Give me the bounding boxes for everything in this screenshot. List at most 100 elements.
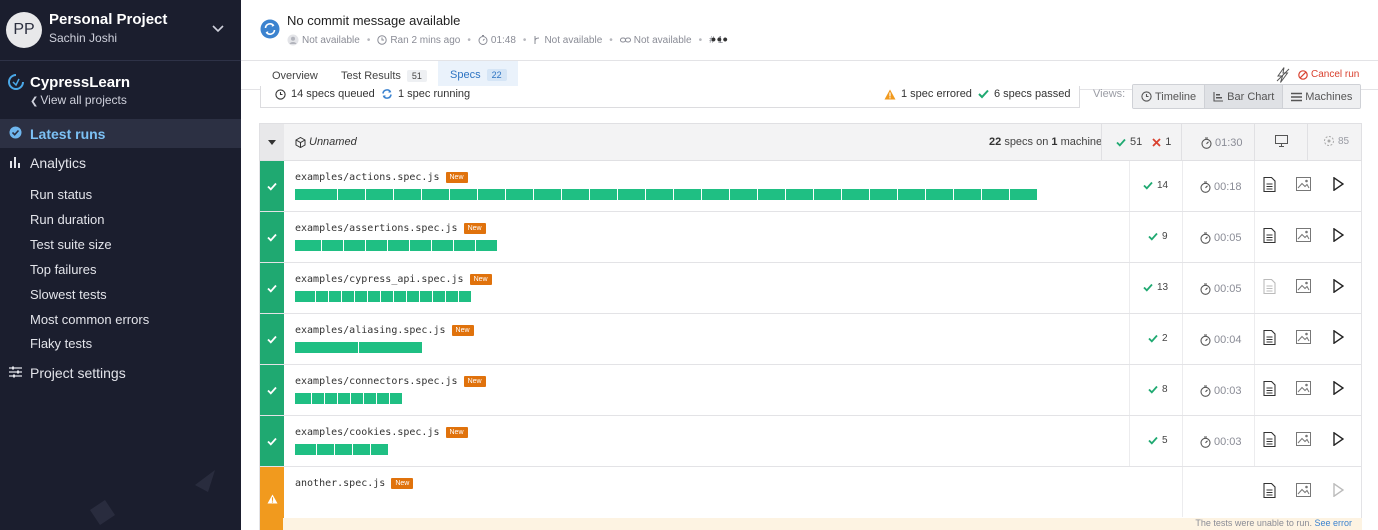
view-bar-chart-button[interactable]: Bar Chart (1205, 85, 1284, 108)
spec-row[interactable]: examples/actions.spec.js New 14 00:18 (259, 161, 1362, 212)
test-segment[interactable] (312, 393, 324, 404)
nav-run-duration[interactable]: Run duration (30, 212, 104, 227)
view-machines-button[interactable]: Machines (1283, 85, 1361, 108)
test-segment[interactable] (786, 189, 813, 200)
test-segment[interactable] (394, 189, 421, 200)
test-segment[interactable] (344, 240, 365, 251)
test-segment[interactable] (353, 444, 370, 455)
play-video-icon[interactable] (1333, 177, 1344, 191)
chevron-down-icon[interactable] (211, 22, 225, 36)
spec-row[interactable]: examples/connectors.spec.js New 8 00:03 (259, 365, 1362, 416)
test-segment[interactable] (390, 393, 402, 404)
test-segment[interactable] (317, 444, 334, 455)
test-segment[interactable] (377, 393, 389, 404)
test-segment[interactable] (295, 444, 316, 455)
nav-test-suite-size[interactable]: Test suite size (30, 237, 112, 252)
test-segment[interactable] (450, 189, 477, 200)
spec-row[interactable]: examples/cookies.spec.js New 5 00:03 (259, 416, 1362, 467)
output-log-icon[interactable] (1263, 228, 1276, 243)
test-segment[interactable] (954, 189, 981, 200)
test-segment[interactable] (758, 189, 785, 200)
nav-flaky-tests[interactable]: Flaky tests (30, 336, 92, 351)
output-log-icon[interactable] (1263, 279, 1276, 294)
test-segment[interactable] (506, 189, 533, 200)
screenshot-icon[interactable] (1296, 432, 1311, 446)
test-segment[interactable] (422, 189, 449, 200)
spec-row[interactable]: examples/cypress_api.spec.js New 13 00:05 (259, 263, 1362, 314)
screenshot-icon[interactable] (1296, 330, 1311, 344)
test-segment[interactable] (562, 189, 589, 200)
screenshot-icon[interactable] (1296, 381, 1311, 395)
play-video-icon[interactable] (1333, 381, 1344, 395)
view-timeline-button[interactable]: Timeline (1133, 85, 1206, 108)
test-segment[interactable] (325, 393, 337, 404)
screenshot-icon[interactable] (1296, 177, 1311, 191)
test-segment[interactable] (366, 189, 393, 200)
test-segment[interactable] (371, 444, 388, 455)
test-segment[interactable] (351, 393, 363, 404)
test-segment[interactable] (446, 291, 458, 302)
test-segment[interactable] (364, 393, 376, 404)
play-video-icon[interactable] (1333, 228, 1344, 242)
test-segment[interactable] (368, 291, 380, 302)
test-segment[interactable] (295, 342, 358, 353)
test-segment[interactable] (322, 240, 343, 251)
test-segment[interactable] (295, 393, 311, 404)
test-segment[interactable] (870, 189, 897, 200)
nav-latest-runs[interactable]: Latest runs (0, 119, 241, 148)
test-segment[interactable] (842, 189, 869, 200)
nav-most-common-errors[interactable]: Most common errors (30, 312, 149, 327)
see-error-link[interactable]: See error (1314, 518, 1352, 528)
flash-icon[interactable] (1276, 67, 1290, 83)
test-segment[interactable] (295, 240, 321, 251)
test-segment[interactable] (814, 189, 841, 200)
output-log-icon[interactable] (1263, 177, 1276, 192)
test-segment[interactable] (459, 291, 471, 302)
test-segment[interactable] (394, 291, 406, 302)
screenshot-icon[interactable] (1296, 483, 1311, 497)
test-segment[interactable] (381, 291, 393, 302)
cancel-run-button[interactable]: Cancel run (1298, 69, 1359, 80)
output-log-icon[interactable] (1263, 330, 1276, 345)
project-switcher[interactable]: PP Personal Project Sachin Joshi (0, 0, 241, 61)
test-segment[interactable] (355, 291, 367, 302)
test-segment[interactable] (730, 189, 757, 200)
group-collapse-button[interactable] (260, 124, 284, 160)
screenshot-icon[interactable] (1296, 228, 1311, 242)
test-segment[interactable] (335, 444, 352, 455)
play-video-icon[interactable] (1333, 279, 1344, 293)
test-segment[interactable] (329, 291, 341, 302)
play-video-icon[interactable] (1333, 483, 1344, 497)
test-segment[interactable] (359, 342, 422, 353)
test-segment[interactable] (982, 189, 1009, 200)
screenshot-icon[interactable] (1296, 279, 1311, 293)
spec-row[interactable]: examples/aliasing.spec.js New 2 00:04 (259, 314, 1362, 365)
test-segment[interactable] (702, 189, 729, 200)
test-segment[interactable] (534, 189, 561, 200)
test-segment[interactable] (898, 189, 925, 200)
test-segment[interactable] (674, 189, 701, 200)
test-segment[interactable] (338, 189, 365, 200)
more-menu-button[interactable]: ••• (711, 31, 729, 47)
test-segment[interactable] (407, 291, 419, 302)
test-segment[interactable] (388, 240, 409, 251)
test-segment[interactable] (338, 393, 350, 404)
test-segment[interactable] (432, 240, 453, 251)
test-segment[interactable] (295, 189, 337, 200)
test-segment[interactable] (476, 240, 497, 251)
test-segment[interactable] (1010, 189, 1037, 200)
play-video-icon[interactable] (1333, 432, 1344, 446)
test-segment[interactable] (410, 240, 431, 251)
play-video-icon[interactable] (1333, 330, 1344, 344)
test-segment[interactable] (454, 240, 475, 251)
test-segment[interactable] (316, 291, 328, 302)
test-segment[interactable] (926, 189, 953, 200)
test-segment[interactable] (646, 189, 673, 200)
view-all-projects-link[interactable]: ❮ View all projects (30, 93, 127, 107)
test-segment[interactable] (590, 189, 617, 200)
test-segment[interactable] (366, 240, 387, 251)
test-segment[interactable] (618, 189, 645, 200)
nav-slowest-tests[interactable]: Slowest tests (30, 287, 107, 302)
nav-run-status[interactable]: Run status (30, 187, 92, 202)
output-log-icon[interactable] (1263, 432, 1276, 447)
